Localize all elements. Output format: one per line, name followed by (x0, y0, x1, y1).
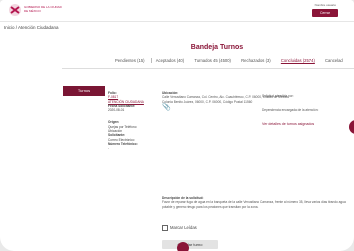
save-turn-button[interactable]: Guardar turno (162, 240, 218, 249)
logout-button[interactable]: Cerrar (312, 9, 338, 17)
dependency-label: Dependencia encargada de la atención: (262, 108, 319, 112)
view-assigned-link[interactable]: Ver detalles de turnos asignados (262, 122, 354, 136)
tab-canceladas[interactable]: Cancelad (325, 58, 343, 63)
tab-rechazados[interactable]: Rechazados (3) (241, 58, 271, 63)
right-column: Solicitud atendida por: Dependencia enca… (262, 94, 354, 136)
user-name: Nombre usuario (314, 3, 336, 7)
details-column: Folio: F-0817 ATENCIÓN CIUDADANA Fecha S… (108, 91, 156, 151)
page-title: Bandeja Turnos (190, 44, 244, 51)
tab-aceptados[interactable]: Aceptados (40) (150, 58, 184, 63)
divider (62, 68, 354, 69)
tab-bar: Pendientes (15) Aceptados (40) Turnados … (115, 58, 354, 68)
checkbox-label: Marcar Leídas (170, 225, 197, 231)
app-page: GOBIERNO DE LA CIUDAD DE MÉXICO Nombre u… (0, 0, 354, 251)
cursor-indicator (177, 242, 189, 251)
turnos-button[interactable]: Turnos (63, 86, 105, 96)
breadcrumb[interactable]: Inicio / Atención Ciudadana (4, 25, 59, 30)
tab-turnados[interactable]: Turnados 45 (4500) (194, 58, 231, 63)
tab-concluidas[interactable]: Concluidas (2574) (281, 58, 315, 63)
logo-text: GOBIERNO DE LA CIUDAD DE MÉXICO (24, 5, 62, 13)
description-text: Favor de reparar fuga de agua en la banq… (162, 200, 346, 209)
attachment-icon[interactable]: 📎 (162, 104, 171, 111)
description-section: Descripción de la solicitud: Favor de re… (162, 196, 354, 209)
checkbox-icon[interactable] (162, 225, 168, 231)
cdmx-logo-icon (9, 4, 21, 16)
top-bar: GOBIERNO DE LA CIUDAD DE MÉXICO Nombre u… (0, 0, 354, 22)
phone-value: - (108, 146, 110, 151)
mark-read-checkbox[interactable]: Marcar Leídas (162, 225, 197, 231)
attended-by: Solicitud atendida por: (262, 94, 294, 98)
tab-pendientes[interactable]: Pendientes (15) (115, 58, 145, 63)
